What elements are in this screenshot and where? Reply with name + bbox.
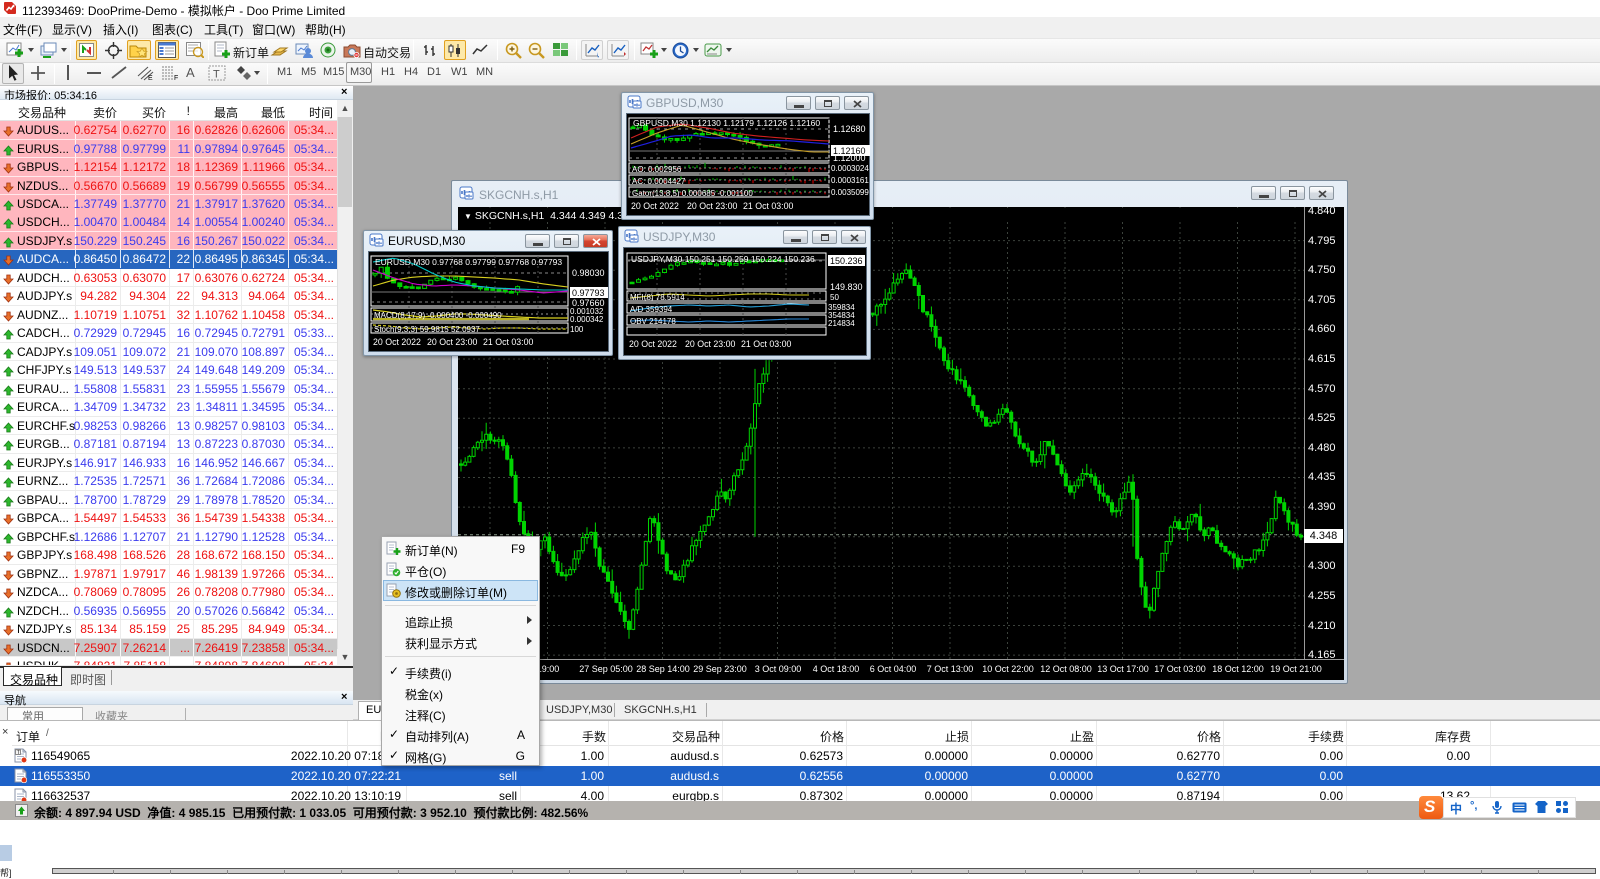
svg-text:OBV 214178: OBV 214178 [630,317,676,326]
svg-text:AC: 0.0004427: AC: 0.0004427 [632,177,686,186]
svg-text:20 Oct 23:00: 20 Oct 23:00 [427,337,477,347]
svg-text:21 Oct 03:00: 21 Oct 03:00 [741,339,791,349]
svg-text:20 Oct 2022: 20 Oct 2022 [631,201,679,211]
svg-text:MACD(8,17,9) -0.000400 -0.0004: MACD(8,17,9) -0.000400 -0.000490 [374,311,502,320]
svg-text:1.12680: 1.12680 [833,124,866,134]
svg-text:214834: 214834 [828,319,855,328]
svg-text:T: T [213,69,220,81]
svg-text:20 Oct 2022: 20 Oct 2022 [629,339,677,349]
svg-text:EURUSD,M30 0.97768 0.97799 0.: EURUSD,M30 0.97768 0.97799 0.97768 0.977… [375,257,562,267]
svg-text:USDJPY,M30 150.251 150.259 15: USDJPY,M30 150.251 150.259 150.224 150.2… [631,254,815,264]
svg-text:0.000342: 0.000342 [570,315,604,324]
svg-text:50: 50 [830,293,839,302]
svg-text:20 Oct 23:00: 20 Oct 23:00 [685,339,735,349]
svg-text:0.0003161: 0.0003161 [831,176,869,185]
svg-text:21 Oct 03:00: 21 Oct 03:00 [743,201,793,211]
svg-text:GBPUSD,M30 1.12130 1.12179 1.: GBPUSD,M30 1.12130 1.12179 1.12126 1.121… [633,118,820,128]
svg-text:A/D 359394: A/D 359394 [630,305,673,314]
svg-text:100: 100 [570,325,584,334]
svg-text:0.0003024: 0.0003024 [831,164,869,173]
svg-text:Stoch(9,3,3) 59.9815 52.0937: Stoch(9,3,3) 59.9815 52.0937 [374,325,480,334]
svg-text:20 Oct 2022: 20 Oct 2022 [373,337,421,347]
svg-text:1.12000: 1.12000 [833,153,866,163]
svg-text:150.236: 150.236 [830,256,863,266]
svg-text:F: F [174,75,178,81]
svg-text:0.97793: 0.97793 [572,288,605,298]
svg-text:0.0035099: 0.0035099 [831,188,869,197]
svg-text:0.98030: 0.98030 [572,268,605,278]
svg-text:149.830: 149.830 [830,282,863,292]
svg-text:20 Oct 23:00: 20 Oct 23:00 [687,201,737,211]
svg-text:MFI(8) 78.5914: MFI(8) 78.5914 [630,293,685,302]
svg-text:AO: 0.002956: AO: 0.002956 [632,165,682,174]
svg-text:Gator(13,8,5) 0.000685 -0.0011: Gator(13,8,5) 0.000685 -0.001100 [632,189,753,198]
svg-text:21 Oct 03:00: 21 Oct 03:00 [483,337,533,347]
svg-text:E: E [148,75,153,81]
